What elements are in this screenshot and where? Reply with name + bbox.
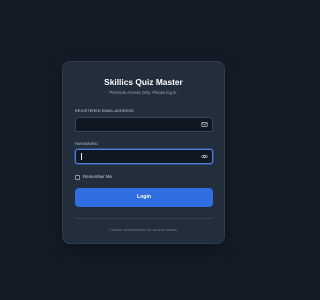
password-field[interactable] [80,150,198,163]
login-button[interactable]: Login [75,188,213,207]
login-title: Skillics Quiz Master [104,77,183,87]
email-field-container [75,117,213,132]
envelope-icon [201,121,208,128]
remember-me[interactable]: Remember Me [75,173,112,181]
password-field-container [75,149,213,164]
email-label: REGISTERED EMAIL ADDRESS [75,109,134,113]
login-card: Skillics Quiz Master Premium Access Only… [62,61,225,244]
divider [75,218,213,219]
email-field[interactable] [80,118,198,131]
eye-icon[interactable] [201,153,208,160]
text-cursor [81,153,82,160]
password-label: PASSWORD [75,142,98,146]
login-subtitle: Premium Access Only. Please log in. [109,90,178,95]
remember-me-checkbox[interactable] [75,174,80,180]
footer-note: Contact administrator for access issues. [109,227,178,232]
remember-me-label[interactable]: Remember Me [83,174,112,180]
